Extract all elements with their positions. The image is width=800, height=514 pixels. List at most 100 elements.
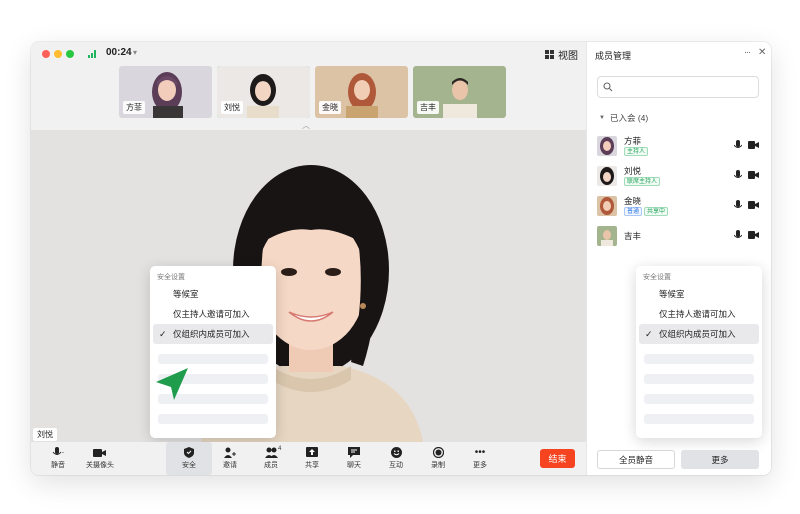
avatar: [597, 136, 617, 156]
main-video-stage: 刘悦: [31, 130, 586, 442]
video-camera-icon: [93, 447, 107, 458]
record-icon: [432, 447, 444, 458]
interact-button[interactable]: 互动: [373, 442, 419, 475]
skeleton-placeholder: [158, 354, 268, 364]
members-button[interactable]: 4 成员: [248, 442, 294, 475]
security-settings-menu: 安全设置 等候室 仅主持人邀请可加入 ✓ 仅组织内成员可加入: [150, 266, 276, 438]
share-label: 共享: [305, 462, 319, 469]
end-meeting-button[interactable]: 结束: [540, 449, 575, 468]
more-button[interactable]: ••• 更多: [457, 442, 503, 475]
menu-item-label: 仅主持人邀请可加入: [659, 309, 736, 319]
interact-label: 互动: [389, 462, 403, 469]
role-tag: 主持人: [624, 147, 649, 156]
checkmark-icon: ✓: [159, 329, 167, 339]
search-icon: [603, 82, 613, 92]
menu-item-waiting-room[interactable]: 等候室: [639, 284, 759, 304]
minimize-window-button[interactable]: [54, 50, 62, 58]
video-camera-icon[interactable]: [748, 231, 759, 239]
camera-label: 关摄像头: [86, 462, 114, 469]
security-label: 安全: [182, 462, 196, 469]
camera-off-button[interactable]: 关摄像头: [77, 442, 123, 475]
panel-title: 成员管理: [595, 51, 632, 61]
title-bar: 00:24 ▾ 视图: [31, 42, 586, 66]
mute-button[interactable]: 静音: [35, 442, 81, 475]
microphone-icon[interactable]: [734, 140, 742, 151]
security-settings-menu: 安全设置 等候室 仅主持人邀请可加入 ✓ 仅组织内成员可加入: [636, 266, 762, 438]
member-search-input[interactable]: [616, 79, 754, 95]
checkmark-icon: ✓: [645, 329, 653, 339]
menu-item-org-members-only[interactable]: ✓ 仅组织内成员可加入: [639, 324, 759, 344]
view-button[interactable]: 视图: [545, 47, 578, 62]
member-row[interactable]: 刘悦 联席主持人: [597, 164, 762, 190]
view-label: 视图: [558, 51, 578, 62]
member-name: 方菲: [624, 136, 642, 146]
meeting-area: 00:24 ▾ 视图 方菲 刘悦 金晓 吉丰 ︿ 刘悦 安全设置 等候室 仅主持…: [31, 42, 586, 475]
close-icon[interactable]: ✕: [758, 47, 766, 58]
member-name: 吉丰: [624, 231, 642, 241]
record-label: 录制: [431, 462, 445, 469]
chat-button[interactable]: 聊天: [331, 442, 377, 475]
microphone-icon: [52, 447, 64, 458]
menu-item-label: 仅组织内成员可加入: [659, 329, 736, 339]
add-user-icon: [224, 447, 236, 458]
menu-title: 安全设置: [643, 274, 671, 281]
role-tag: 普通: [624, 207, 643, 216]
joined-section-header[interactable]: ▼ 已入会 (4): [599, 112, 648, 124]
video-camera-icon[interactable]: [748, 201, 759, 209]
users-icon: [264, 447, 278, 458]
share-button[interactable]: 共享: [289, 442, 335, 475]
chat-icon: [348, 447, 360, 458]
avatar: [597, 166, 617, 186]
record-button[interactable]: 录制: [415, 442, 461, 475]
microphone-icon[interactable]: [734, 230, 742, 241]
microphone-icon[interactable]: [734, 200, 742, 211]
menu-item-label: 等候室: [173, 289, 199, 299]
smiley-icon: [390, 447, 402, 458]
video-thumbnail[interactable]: 吉丰: [413, 66, 506, 118]
menu-item-waiting-room[interactable]: 等候室: [153, 284, 273, 304]
microphone-icon[interactable]: [734, 170, 742, 181]
participant-panel: 成员管理 ··· ✕ ▼ 已入会 (4) 方菲 主持人 刘悦 联席主持人 金晓 …: [586, 42, 771, 475]
menu-item-label: 仅组织内成员可加入: [173, 329, 250, 339]
menu-item-host-invite-only[interactable]: 仅主持人邀请可加入: [639, 304, 759, 324]
video-thumbnail-strip: 方菲 刘悦 金晓 吉丰: [119, 66, 506, 118]
member-name: 金晓: [624, 196, 642, 206]
member-row[interactable]: 金晓 普通 共享中: [597, 194, 762, 220]
thumbnail-name: 刘悦: [221, 101, 243, 114]
panel-more-button[interactable]: 更多: [681, 450, 759, 469]
skeleton-placeholder: [644, 374, 754, 384]
member-row[interactable]: 吉丰: [597, 224, 762, 250]
meeting-toolbar: 静音 关摄像头 安全 邀请 4 成员 共享 聊天 互动 录制 ••• 更多 结束: [31, 442, 586, 475]
video-thumbnail[interactable]: 方菲: [119, 66, 212, 118]
speaker-name-tag: 刘悦: [33, 428, 57, 441]
section-label: 已入会 (4): [609, 113, 649, 123]
video-thumbnail[interactable]: 金晓: [315, 66, 408, 118]
menu-item-org-members-only[interactable]: ✓ 仅组织内成员可加入: [153, 324, 273, 344]
member-row[interactable]: 方菲 主持人: [597, 134, 762, 160]
menu-item-host-invite-only[interactable]: 仅主持人邀请可加入: [153, 304, 273, 324]
video-camera-icon[interactable]: [748, 171, 759, 179]
signal-icon: [88, 50, 98, 58]
maximize-window-button[interactable]: [66, 50, 74, 58]
speaker-video: [31, 130, 586, 442]
video-thumbnail[interactable]: 刘悦: [217, 66, 310, 118]
thumbnail-name: 方菲: [123, 101, 145, 114]
invite-button[interactable]: 邀请: [207, 442, 253, 475]
chevron-down-icon[interactable]: ▾: [133, 48, 137, 57]
menu-item-label: 仅主持人邀请可加入: [173, 309, 250, 319]
search-field: [597, 76, 759, 98]
chat-label: 聊天: [347, 462, 361, 469]
video-camera-icon[interactable]: [748, 141, 759, 149]
more-options-icon[interactable]: ···: [744, 47, 751, 57]
mute-label: 静音: [51, 462, 65, 469]
grid-view-icon: [545, 50, 554, 59]
close-window-button[interactable]: [42, 50, 50, 58]
cursor-pointer-icon: [156, 368, 188, 400]
mute-all-button[interactable]: 全员静音: [597, 450, 675, 469]
skeleton-placeholder: [644, 394, 754, 404]
skeleton-placeholder: [644, 354, 754, 364]
invite-label: 邀请: [223, 462, 237, 469]
more-label: 更多: [473, 462, 487, 469]
security-button[interactable]: 安全: [166, 442, 212, 475]
thumbnail-name: 吉丰: [417, 101, 439, 114]
